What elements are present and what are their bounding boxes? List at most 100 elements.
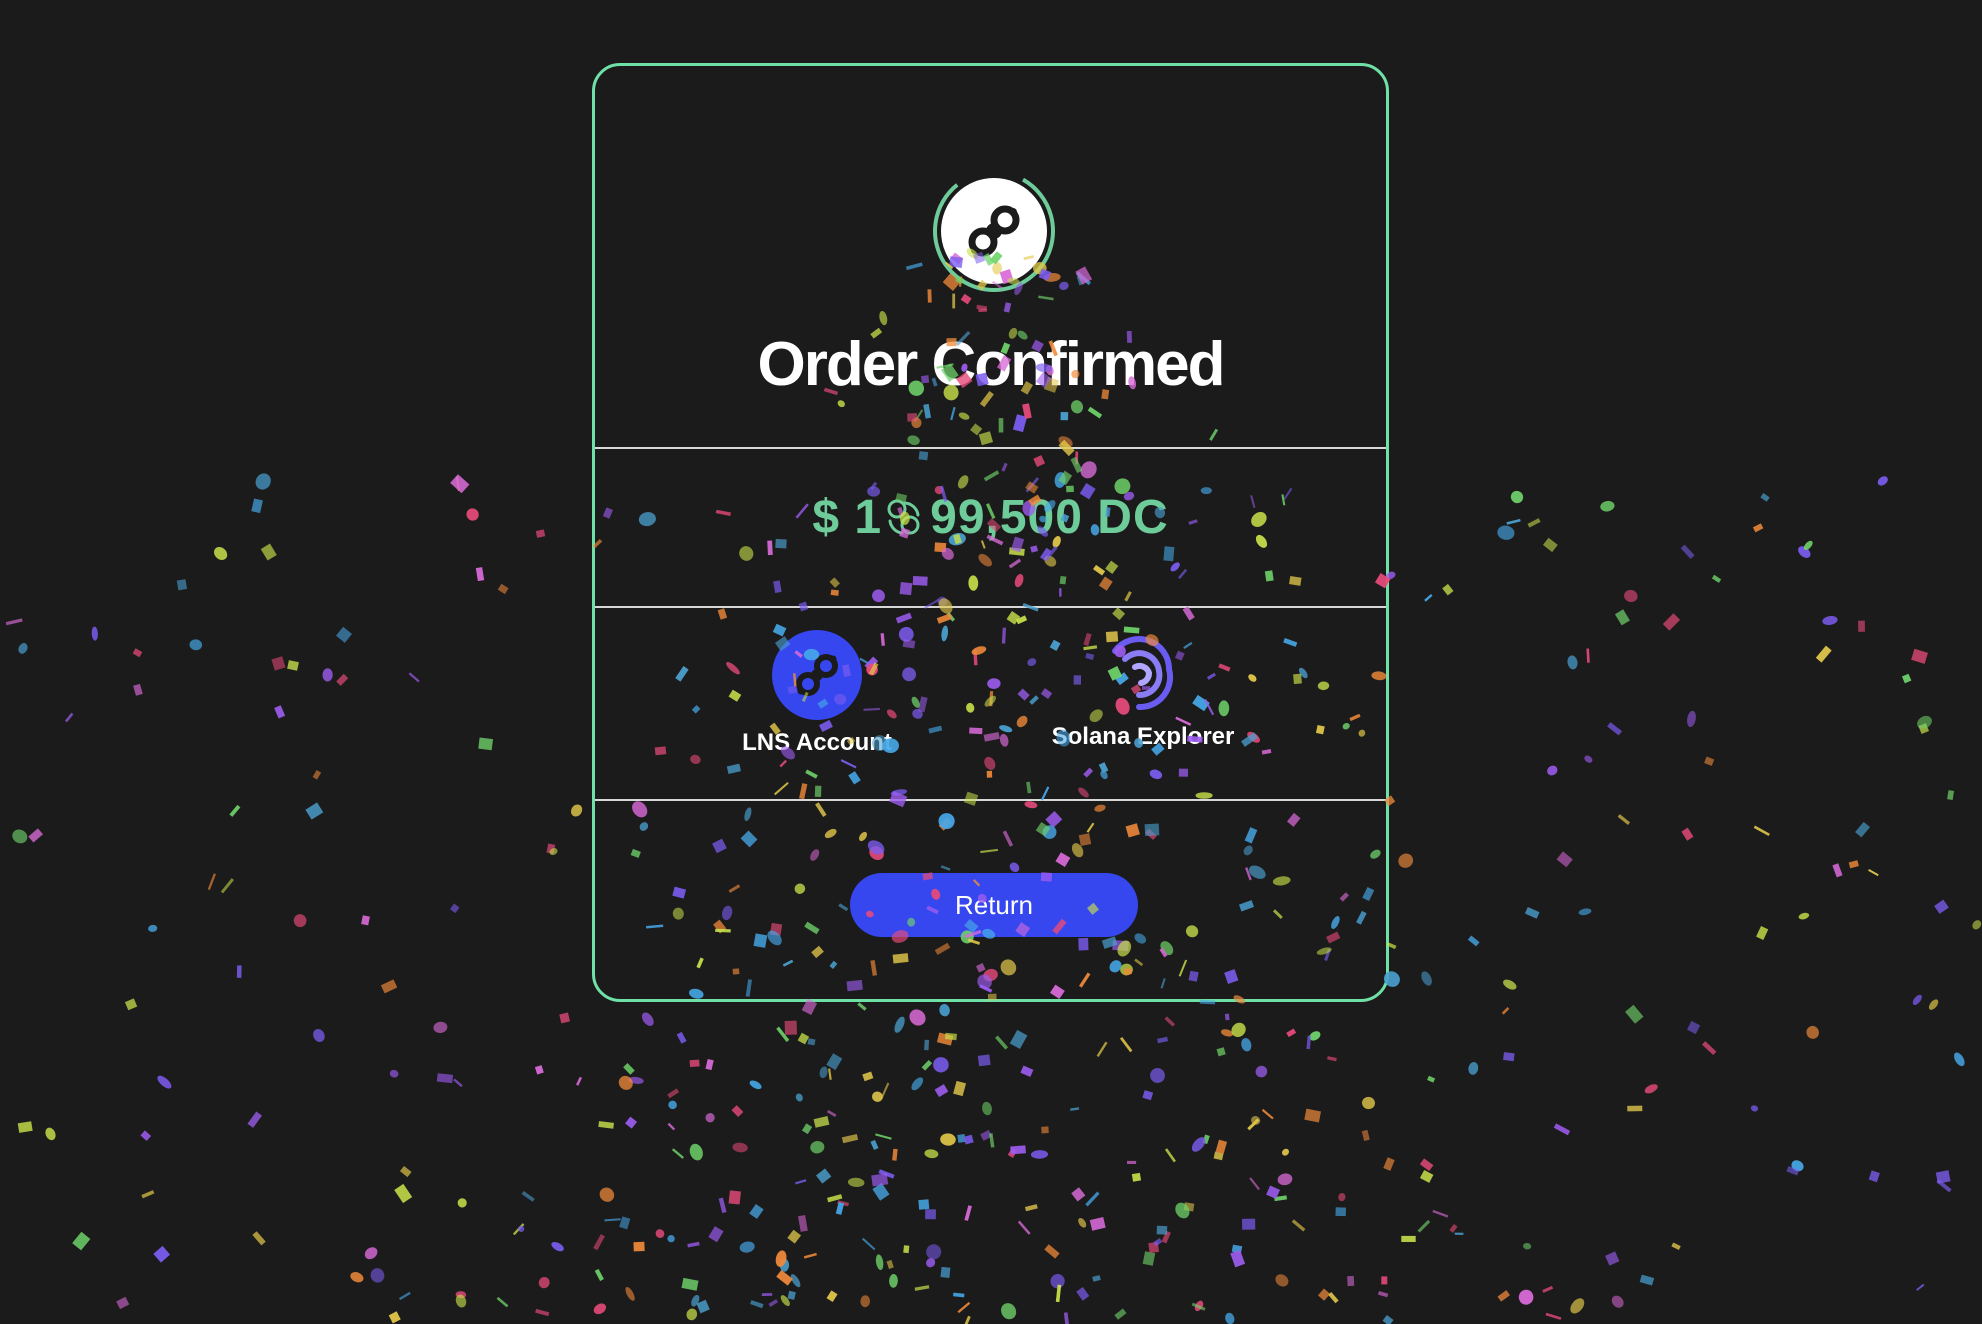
- confetti-piece: [761, 1293, 773, 1296]
- confetti-piece: [546, 843, 556, 854]
- confetti-piece: [549, 848, 558, 856]
- confetti-piece: [1523, 1242, 1532, 1250]
- confetti-piece: [436, 1073, 454, 1084]
- confetti-piece: [921, 1059, 933, 1071]
- confetti-piece: [878, 1169, 895, 1179]
- confetti-piece: [497, 583, 509, 595]
- confetti-piece: [1055, 1284, 1062, 1303]
- confetti-piece: [1142, 1090, 1154, 1101]
- confetti-piece: [1753, 825, 1770, 837]
- confetti-piece: [1662, 613, 1681, 631]
- confetti-piece: [1954, 1052, 1965, 1067]
- confetti-piece: [1306, 1035, 1312, 1050]
- confetti-piece: [819, 1066, 828, 1079]
- confetti-piece: [1148, 1241, 1160, 1254]
- confetti-piece: [1680, 544, 1695, 559]
- lns-account-link[interactable]: LNS Account: [697, 629, 937, 779]
- confetti-piece: [1506, 518, 1521, 525]
- confetti-piece: [274, 705, 286, 719]
- confetti-piece: [1220, 1029, 1234, 1037]
- confetti-piece: [1092, 1275, 1101, 1282]
- confetti-piece: [940, 1133, 956, 1146]
- confetti-piece: [1822, 615, 1838, 626]
- confetti-piece: [628, 1076, 644, 1084]
- confetti-piece: [1070, 1107, 1080, 1111]
- confetti-piece: [841, 1133, 859, 1144]
- confetti-piece: [1050, 1273, 1065, 1289]
- confetti-piece: [1424, 593, 1433, 602]
- confetti-piece: [847, 1177, 865, 1188]
- confetti-piece: [718, 1197, 727, 1214]
- confetti-piece: [1832, 863, 1843, 878]
- order-amount: $ 1 99,500 DC: [595, 494, 1386, 542]
- confetti-piece: [1791, 1160, 1804, 1172]
- confetti-piece: [1183, 1202, 1195, 1212]
- confetti-piece: [91, 626, 98, 641]
- confetti-piece: [1071, 1187, 1086, 1202]
- confetti-piece: [1347, 1275, 1355, 1287]
- confetti-piece: [148, 924, 158, 932]
- confetti-piece: [1454, 1232, 1464, 1235]
- confetti-piece: [1020, 1065, 1034, 1078]
- confetti-piece: [1361, 1129, 1370, 1142]
- confetti-piece: [370, 1268, 385, 1283]
- confetti-piece: [1497, 1290, 1511, 1302]
- confetti-piece: [689, 1143, 703, 1161]
- confetti-piece: [1972, 920, 1982, 930]
- confetti-piece: [260, 543, 277, 561]
- confetti-piece: [1175, 1202, 1190, 1219]
- confetti-piece: [1542, 537, 1558, 553]
- helium-link-icon: [771, 629, 863, 721]
- confetti-piece: [1752, 523, 1764, 533]
- confetti-piece: [1687, 710, 1696, 728]
- confetti-piece: [995, 1035, 1009, 1050]
- confetti-piece: [1806, 1025, 1819, 1039]
- solana-explorer-label: Solana Explorer: [1051, 723, 1235, 750]
- confetti-piece: [1231, 1244, 1243, 1254]
- confetti-piece: [1868, 1170, 1880, 1183]
- confetti-piece: [1286, 1028, 1297, 1038]
- confetti-piece: [1194, 1300, 1204, 1312]
- confetti-piece: [1467, 935, 1480, 947]
- confetti-piece: [936, 1032, 954, 1046]
- confetti-piece: [1503, 1052, 1515, 1062]
- confetti-piece: [696, 1299, 710, 1314]
- confetti-piece: [1503, 979, 1517, 990]
- confetti-piece: [17, 1121, 33, 1133]
- confetti-piece: [687, 1241, 700, 1248]
- confetti-piece: [1681, 827, 1694, 841]
- order-confirmation-card: Order Confirmed $ 1 99,500 DC LNS Account: [592, 63, 1389, 1002]
- confetti-piece: [251, 498, 263, 514]
- confetti-piece: [801, 1123, 813, 1135]
- confetti-piece: [207, 873, 216, 891]
- return-button[interactable]: Return: [850, 873, 1138, 937]
- divider: [595, 606, 1386, 608]
- confetti-piece: [1934, 899, 1949, 914]
- confirmation-screen: Order Confirmed $ 1 99,500 DC LNS Account: [0, 0, 1982, 1324]
- confetti-piece: [1578, 908, 1592, 916]
- confetti-piece: [1547, 765, 1558, 776]
- confetti-piece: [1704, 756, 1715, 766]
- confetti-piece: [398, 1291, 411, 1301]
- confetti-piece: [1671, 1242, 1681, 1251]
- confetti-piece: [1164, 1148, 1177, 1163]
- confetti-piece: [1007, 1147, 1018, 1158]
- confetti-piece: [619, 1216, 631, 1230]
- confetti-piece: [880, 1082, 890, 1100]
- confetti-piece: [252, 1231, 266, 1246]
- confetti-piece: [934, 1084, 949, 1098]
- confetti-piece: [1756, 926, 1769, 941]
- confetti-piece: [989, 1133, 995, 1148]
- confetti-piece: [1858, 620, 1865, 632]
- confetti-piece: [1202, 1134, 1210, 1145]
- solana-explorer-link[interactable]: Solana Explorer: [1023, 629, 1263, 779]
- confetti-piece: [705, 1059, 714, 1071]
- confetti-piece: [388, 1311, 401, 1324]
- confetti-piece: [681, 1277, 699, 1291]
- confetti-piece: [691, 1294, 700, 1307]
- confetti-piece: [797, 1032, 810, 1045]
- confetti-piece: [1010, 1145, 1026, 1155]
- confetti-piece: [1627, 1105, 1643, 1112]
- confetti-piece: [671, 1148, 684, 1159]
- confetti-piece: [236, 965, 242, 978]
